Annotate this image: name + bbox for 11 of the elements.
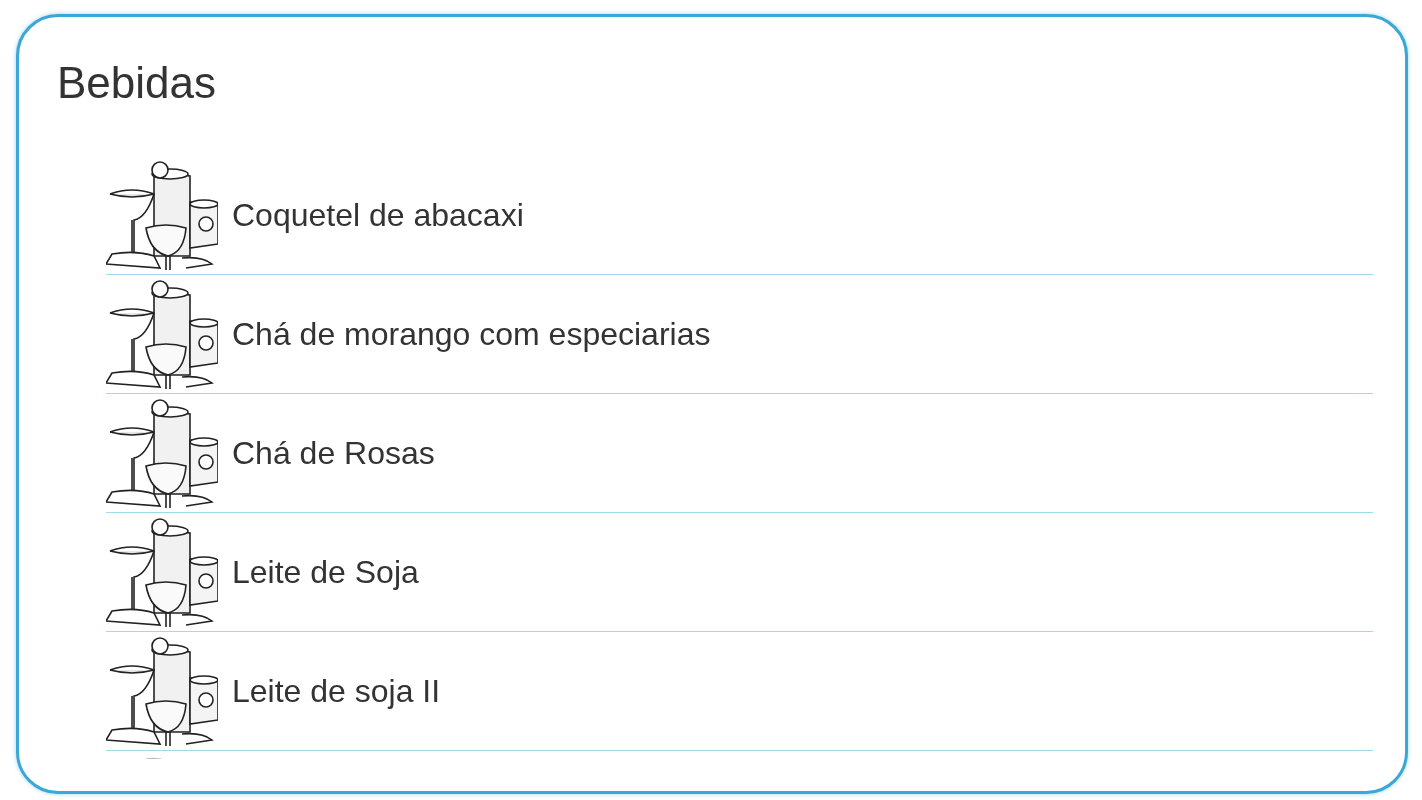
item-label: Leite de soja II <box>232 672 441 711</box>
list-item[interactable]: Leite de Soja <box>106 513 1373 632</box>
item-label: Leite de Soja <box>232 553 419 592</box>
item-label: Chá de morango com especiarias <box>232 315 711 354</box>
list-item[interactable]: Leite de soja II <box>106 632 1373 751</box>
dialog-title: Bebidas <box>57 57 216 109</box>
list-item[interactable]: Chá de morango com especiarias <box>106 275 1373 394</box>
list-item[interactable]: Chá de Rosas <box>106 394 1373 513</box>
item-label: Coquetel de abacaxi <box>232 196 524 235</box>
item-label: Chá de Rosas <box>232 434 435 473</box>
list-item[interactable]: Coquetel de abacaxi <box>106 156 1373 275</box>
